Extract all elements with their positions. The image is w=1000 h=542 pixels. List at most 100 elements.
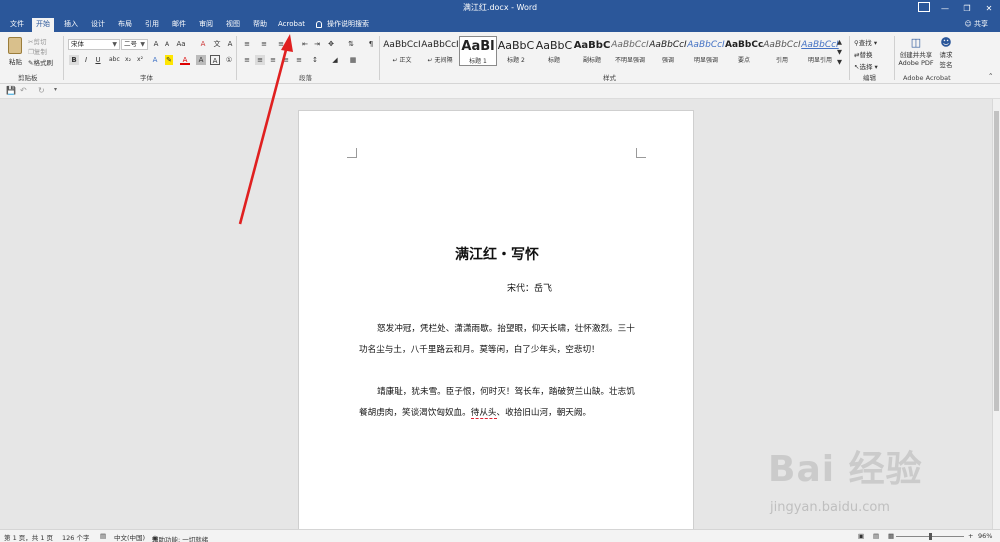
tab-acrobat[interactable]: Acrobat: [274, 18, 309, 32]
request-signature-button[interactable]: ☻ 请求 签名: [936, 36, 956, 69]
close-button[interactable]: ✕: [978, 0, 1000, 16]
underline-button[interactable]: U: [93, 55, 103, 65]
tab-file[interactable]: 文件: [6, 18, 28, 32]
zoom-out-plus-icon[interactable]: +: [968, 532, 973, 540]
document-page[interactable]: 满江红・写怀 宋代：岳飞 怒发冲冠，凭栏处、潇潇雨歇。抬望眼，仰天长啸，壮怀激烈…: [298, 110, 694, 542]
tab-mailings[interactable]: 邮件: [168, 18, 190, 32]
style-normal[interactable]: AaBbCcI ↵ 正文: [383, 36, 421, 66]
print-layout-icon[interactable]: ▦: [888, 532, 894, 540]
font-name-dropdown[interactable]: 宋体 ▼: [68, 39, 120, 50]
document-title[interactable]: 满江红・写怀: [299, 244, 695, 264]
undo-icon[interactable]: ↶: [20, 86, 27, 95]
customize-qat-icon[interactable]: ▾: [54, 86, 57, 93]
styles-more-icon[interactable]: ▼: [837, 58, 842, 66]
decrease-indent-button[interactable]: ⇤: [300, 39, 310, 49]
shading-button[interactable]: ◢: [330, 55, 340, 65]
distributed-button[interactable]: ≡: [294, 55, 304, 65]
subscript-button[interactable]: x₂: [123, 55, 133, 65]
styles-scroll-down-icon[interactable]: ▼: [837, 48, 842, 56]
enclose-char-button[interactable]: A: [225, 39, 235, 49]
word-count[interactable]: 126 个字: [62, 532, 89, 542]
tab-layout[interactable]: 布局: [114, 18, 136, 32]
show-marks-button[interactable]: ¶: [366, 39, 376, 49]
strikethrough-button[interactable]: abc: [109, 55, 120, 65]
restore-button[interactable]: ❐: [956, 0, 978, 16]
bold-button[interactable]: B: [69, 55, 79, 65]
line-spacing-button[interactable]: ↕: [310, 55, 320, 65]
page-count[interactable]: 第 1 页，共 1 页: [4, 532, 53, 542]
focus-mode-icon[interactable]: ▣: [858, 532, 864, 540]
paragraph-1[interactable]: 怒发冲冠，凭栏处、潇潇雨歇。抬望眼，仰天长啸，壮怀激烈。三十功名尘与土，八千里路…: [359, 319, 641, 361]
tab-design[interactable]: 设计: [87, 18, 109, 32]
create-share-pdf-button[interactable]: ◫ 创建并共享 Adobe PDF: [898, 36, 934, 67]
bullets-button[interactable]: ≡: [242, 39, 252, 49]
ribbon-display-options-icon[interactable]: [918, 2, 930, 12]
tab-review[interactable]: 审阅: [195, 18, 217, 32]
char-border-button[interactable]: A: [210, 55, 220, 65]
tab-help[interactable]: 帮助: [249, 18, 271, 32]
cut-button[interactable]: ✂剪切: [28, 36, 46, 46]
italic-button[interactable]: I: [81, 55, 91, 65]
tab-references[interactable]: 引用: [141, 18, 163, 32]
language-indicator[interactable]: 中文(中国): [114, 532, 145, 542]
style-subtle-emphasis[interactable]: AaBbCcI 不明显强调: [611, 36, 649, 66]
read-mode-icon[interactable]: ▤: [873, 532, 879, 540]
grow-font-button[interactable]: A: [151, 39, 161, 49]
align-right-button[interactable]: ≡: [268, 55, 278, 65]
paragraph-2[interactable]: 靖康耻，犹未雪。臣子恨，何时灭！驾长车，踏破贺兰山缺。壮志饥餐胡虏肉，笑谈渴饮匈…: [359, 382, 641, 424]
style-intense-quote[interactable]: AaBbCcI 明显引用: [801, 36, 839, 66]
document-author[interactable]: 宋代：岳飞: [507, 281, 552, 294]
find-button[interactable]: ⚲查找 ▾: [854, 37, 877, 47]
tab-home[interactable]: 开始: [32, 18, 54, 32]
font-size-dropdown[interactable]: 二号 ▼: [121, 39, 148, 50]
justify-button[interactable]: ≡: [281, 55, 291, 65]
share-button[interactable]: ☺ 共享: [964, 19, 988, 29]
style-subtitle[interactable]: AaBbC 副标题: [573, 36, 611, 66]
enclosed-char-button[interactable]: ①: [224, 55, 234, 65]
paste-icon[interactable]: [8, 37, 22, 54]
highlight-button[interactable]: ✎: [165, 55, 173, 65]
paste-button[interactable]: 粘贴: [9, 56, 22, 66]
save-icon[interactable]: 💾: [6, 86, 16, 95]
tell-me-search[interactable]: 操作说明搜索: [316, 19, 369, 29]
style-emphasis[interactable]: AaBbCcI 强调: [649, 36, 687, 66]
superscript-button[interactable]: x²: [135, 55, 145, 65]
increase-indent-button[interactable]: ⇥: [312, 39, 322, 49]
borders-button[interactable]: ▦: [348, 55, 358, 65]
style-strong[interactable]: AaBbCcI 要点: [725, 36, 763, 66]
chinese-layout-button[interactable]: ✥: [326, 39, 336, 49]
tab-view[interactable]: 视图: [222, 18, 244, 32]
proofing-icon[interactable]: ▤: [100, 532, 106, 540]
redo-icon[interactable]: ↻: [38, 86, 45, 95]
zoom-slider[interactable]: [896, 533, 964, 540]
style-title[interactable]: AaBbC 标题: [535, 36, 573, 66]
collapse-ribbon-icon[interactable]: ⌃: [988, 72, 993, 80]
style-heading-2[interactable]: AaBbC 标题 2: [497, 36, 535, 66]
sort-button[interactable]: ⇅: [346, 39, 356, 49]
style-quote[interactable]: AaBbCcI 引用: [763, 36, 801, 66]
style-heading-1[interactable]: AaBl 标题 1: [459, 36, 497, 66]
styles-scroll-up-icon[interactable]: ▲: [837, 38, 842, 46]
align-center-button[interactable]: ≡: [255, 55, 265, 65]
replace-button[interactable]: ⇄替换: [854, 49, 872, 59]
char-shading-button[interactable]: A: [196, 55, 206, 65]
change-case-button[interactable]: Aa: [176, 39, 186, 49]
align-left-button[interactable]: ≡: [242, 55, 252, 65]
tab-insert[interactable]: 插入: [60, 18, 82, 32]
minimize-button[interactable]: —: [934, 0, 956, 16]
text-effects-button[interactable]: A: [150, 55, 160, 65]
style-intense-emphasis[interactable]: AaBbCcI 明显强调: [687, 36, 725, 66]
zoom-slider-thumb[interactable]: [929, 533, 932, 540]
scrollbar-thumb[interactable]: [994, 111, 999, 411]
zoom-level[interactable]: 96%: [978, 532, 992, 540]
clear-formatting-button[interactable]: A: [198, 39, 208, 49]
select-button[interactable]: ↖选择 ▾: [854, 61, 878, 71]
numbering-button[interactable]: ≡: [259, 39, 269, 49]
vertical-scrollbar[interactable]: [992, 99, 1000, 529]
font-color-button[interactable]: A: [180, 55, 190, 65]
phonetic-guide-button[interactable]: 文: [212, 39, 222, 49]
multilevel-list-button[interactable]: ≡: [276, 39, 286, 49]
style-no-spacing[interactable]: AaBbCcI ↵ 无间隔: [421, 36, 459, 66]
copy-button[interactable]: ❐复制: [28, 46, 47, 56]
shrink-font-button[interactable]: A: [162, 40, 172, 50]
